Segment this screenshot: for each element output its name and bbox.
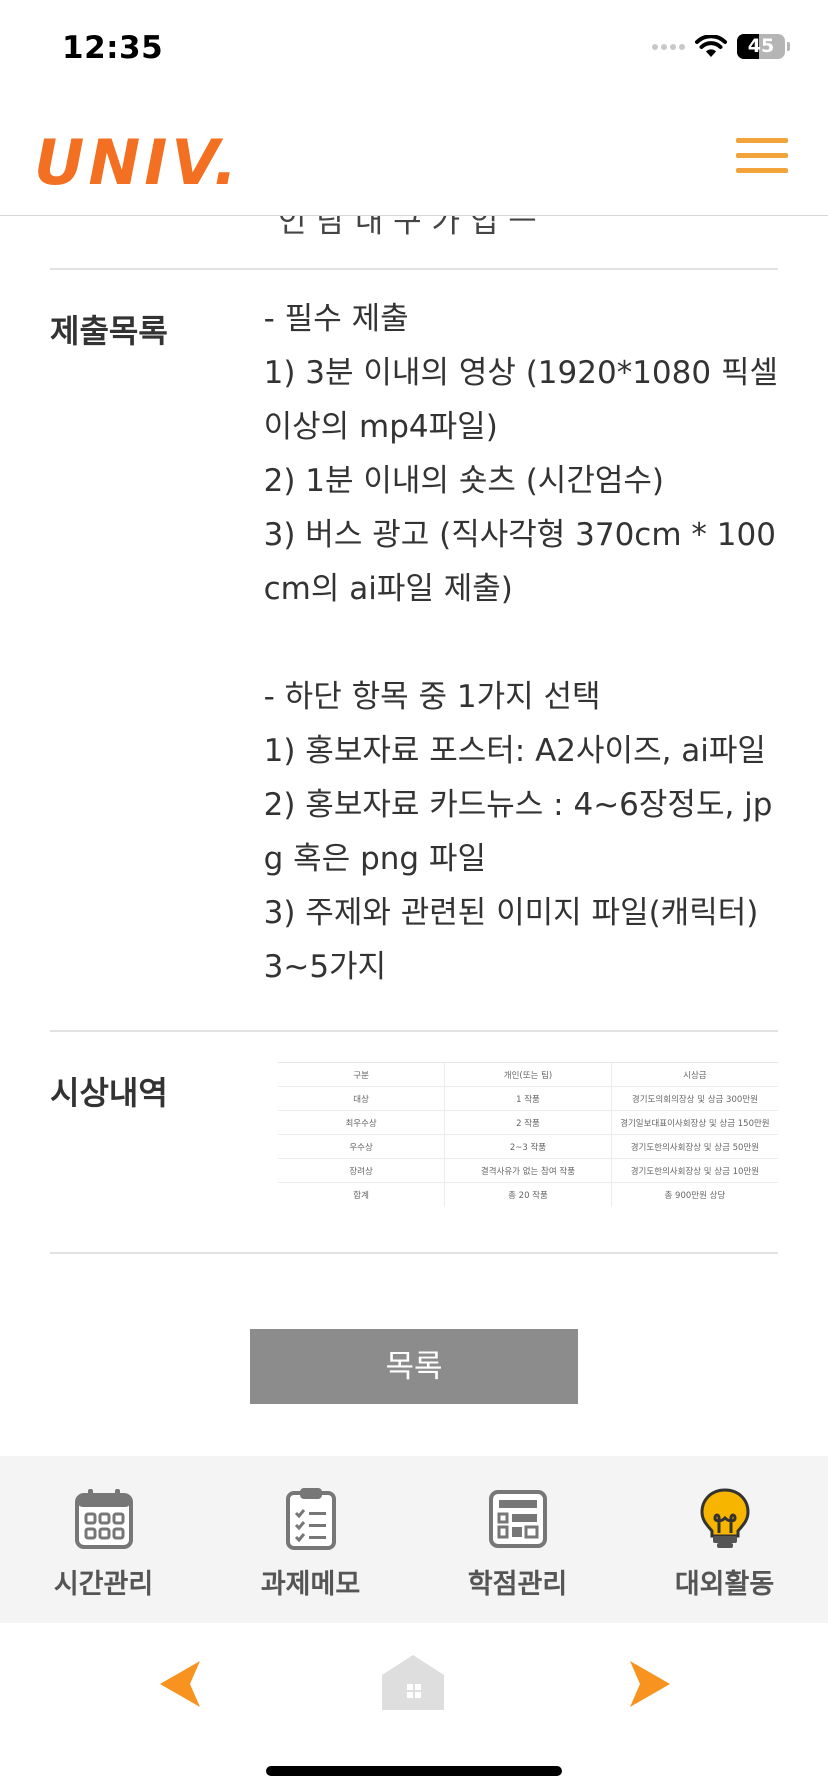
tab-label: 대외활동 <box>674 1569 775 1600</box>
battery-level: 45 <box>747 35 775 57</box>
table-cell: 경기도의회의장상 및 상금 300만원 <box>611 1086 778 1111</box>
status-icons: 45 <box>652 34 790 59</box>
submission-line: 1) 홍보자료 포스터: A2사이즈, ai파일 <box>263 733 766 769</box>
previous-row-cut: 인 담 내 구 가 입 ㅡ <box>50 216 778 270</box>
submission-line: 3) 버스 광고 (직사각형 370cm * 100 <box>263 517 776 553</box>
submission-row: 제출목록 - 필수 제출 1) 3분 이내의 영상 (1920*1080 픽셀 … <box>50 270 778 1032</box>
table-cell: 합계 <box>278 1182 446 1207</box>
home-indicator[interactable] <box>266 1766 562 1776</box>
awards-table-image: 구분 개인(또는 팀) 시상금 대상 1 작품 경기도의회의장상 및 상금 30… <box>278 1032 778 1252</box>
table-cell: 1 작품 <box>444 1086 612 1111</box>
submission-line <box>264 616 778 670</box>
app-header: UNIV. <box>0 100 828 216</box>
table-cell: 대상 <box>278 1086 446 1111</box>
submission-line: - 필수 제출 <box>263 301 409 337</box>
prev-arrow-icon[interactable] <box>160 1661 202 1707</box>
awards-table: 구분 개인(또는 팀) 시상금 대상 1 작품 경기도의회의장상 및 상금 30… <box>278 1062 778 1207</box>
next-arrow-icon[interactable] <box>628 1661 670 1707</box>
table-cell: 2 작품 <box>444 1110 612 1135</box>
table-row: 합계 총 20 작품 총 900만원 상당 <box>278 1182 778 1207</box>
lightbulb-icon <box>699 1488 750 1548</box>
submission-line: 2) 홍보자료 카드뉴스 : 4~6장정도, jp <box>263 787 773 823</box>
submission-line: 1) 3분 이내의 영상 (1920*1080 픽셀 <box>263 355 778 391</box>
calendar-icon <box>74 1489 133 1549</box>
submission-line: 3) 주제와 관련된 이미지 파일(캐릭터) <box>263 895 759 931</box>
table-row: 대상 1 작품 경기도의회의장상 및 상금 300만원 <box>278 1086 778 1111</box>
table-row: 최우수상 2 작품 경기일보대표이사회장상 및 상금 150만원 <box>278 1110 778 1135</box>
table-cell: 결격사유가 없는 참여 작품 <box>444 1158 612 1183</box>
table-cell: 시상금 <box>611 1062 778 1087</box>
list-button[interactable]: 목록 <box>250 1329 578 1404</box>
table-cell: 개인(또는 팀) <box>444 1062 612 1087</box>
tab-label: 과제메모 <box>260 1569 361 1600</box>
submission-line: 이상의 mp4파일) <box>263 409 498 445</box>
table-cell: 2~3 작품 <box>444 1134 612 1159</box>
awards-label: 시상내역 <box>50 1074 168 1112</box>
univ-logo[interactable]: UNIV. <box>34 126 241 199</box>
grade-board-icon <box>488 1490 547 1548</box>
bottom-nav <box>0 1623 828 1792</box>
tab-external-activities[interactable]: 대외활동 <box>621 1456 828 1623</box>
tab-bar: 시간관리 과제메모 학점관리 대외활동 <box>0 1456 828 1623</box>
status-time: 12:35 <box>62 30 164 66</box>
submission-list: - 필수 제출 1) 3분 이내의 영상 (1920*1080 픽셀 이상의 m… <box>264 270 778 1030</box>
battery-icon: 45 <box>737 34 785 59</box>
table-cell: 장려상 <box>278 1158 446 1183</box>
submission-line: 3~5가지 <box>263 949 387 985</box>
tab-assignment-memo[interactable]: 과제메모 <box>207 1456 414 1623</box>
tab-grade-management[interactable]: 학점관리 <box>414 1456 621 1623</box>
table-cell: 경기도한의사회장상 및 상금 10만원 <box>611 1158 778 1183</box>
tab-label: 학점관리 <box>467 1569 568 1600</box>
hamburger-menu-icon[interactable] <box>736 138 788 176</box>
tab-time-management[interactable]: 시간관리 <box>0 1456 207 1623</box>
table-cell: 경기도한의사회장상 및 상금 50만원 <box>611 1134 778 1159</box>
table-row: 우수상 2~3 작품 경기도한의사회장상 및 상금 50만원 <box>278 1134 778 1159</box>
cellular-signal-icon <box>652 43 685 50</box>
table-row: 장려상 결격사유가 없는 참여 작품 경기도한의사회장상 및 상금 10만원 <box>278 1158 778 1183</box>
table-cell: 우수상 <box>278 1134 446 1159</box>
table-cell: 구분 <box>278 1062 446 1087</box>
submission-line: g 혹은 png 파일 <box>263 841 486 877</box>
table-cell: 최우수상 <box>278 1110 446 1135</box>
cut-text: 인 담 내 구 가 입 ㅡ <box>278 216 537 240</box>
clipboard-icon <box>285 1488 336 1550</box>
tab-label: 시간관리 <box>53 1569 154 1600</box>
submission-line: 2) 1분 이내의 숏츠 (시간엄수) <box>263 463 664 499</box>
awards-row: 시상내역 구분 개인(또는 팀) 시상금 대상 1 작품 경기도의회의장상 및 … <box>50 1032 778 1254</box>
detail-content: 인 담 내 구 가 입 ㅡ 제출목록 - 필수 제출 1) 3분 이내의 영상 … <box>50 216 778 1254</box>
status-bar: 12:35 45 <box>0 0 828 100</box>
submission-label: 제출목록 <box>50 312 168 350</box>
table-cell: 총 900만원 상당 <box>611 1182 778 1207</box>
submission-line: cm의 ai파일 제출) <box>263 571 513 607</box>
wifi-icon <box>695 34 727 57</box>
submission-line: - 하단 항목 중 1가지 선택 <box>263 679 601 715</box>
table-cell: 경기일보대표이사회장상 및 상금 150만원 <box>611 1110 778 1135</box>
table-row: 구분 개인(또는 팀) 시상금 <box>278 1062 778 1087</box>
table-cell: 총 20 작품 <box>444 1182 612 1207</box>
home-icon[interactable] <box>380 1653 446 1711</box>
